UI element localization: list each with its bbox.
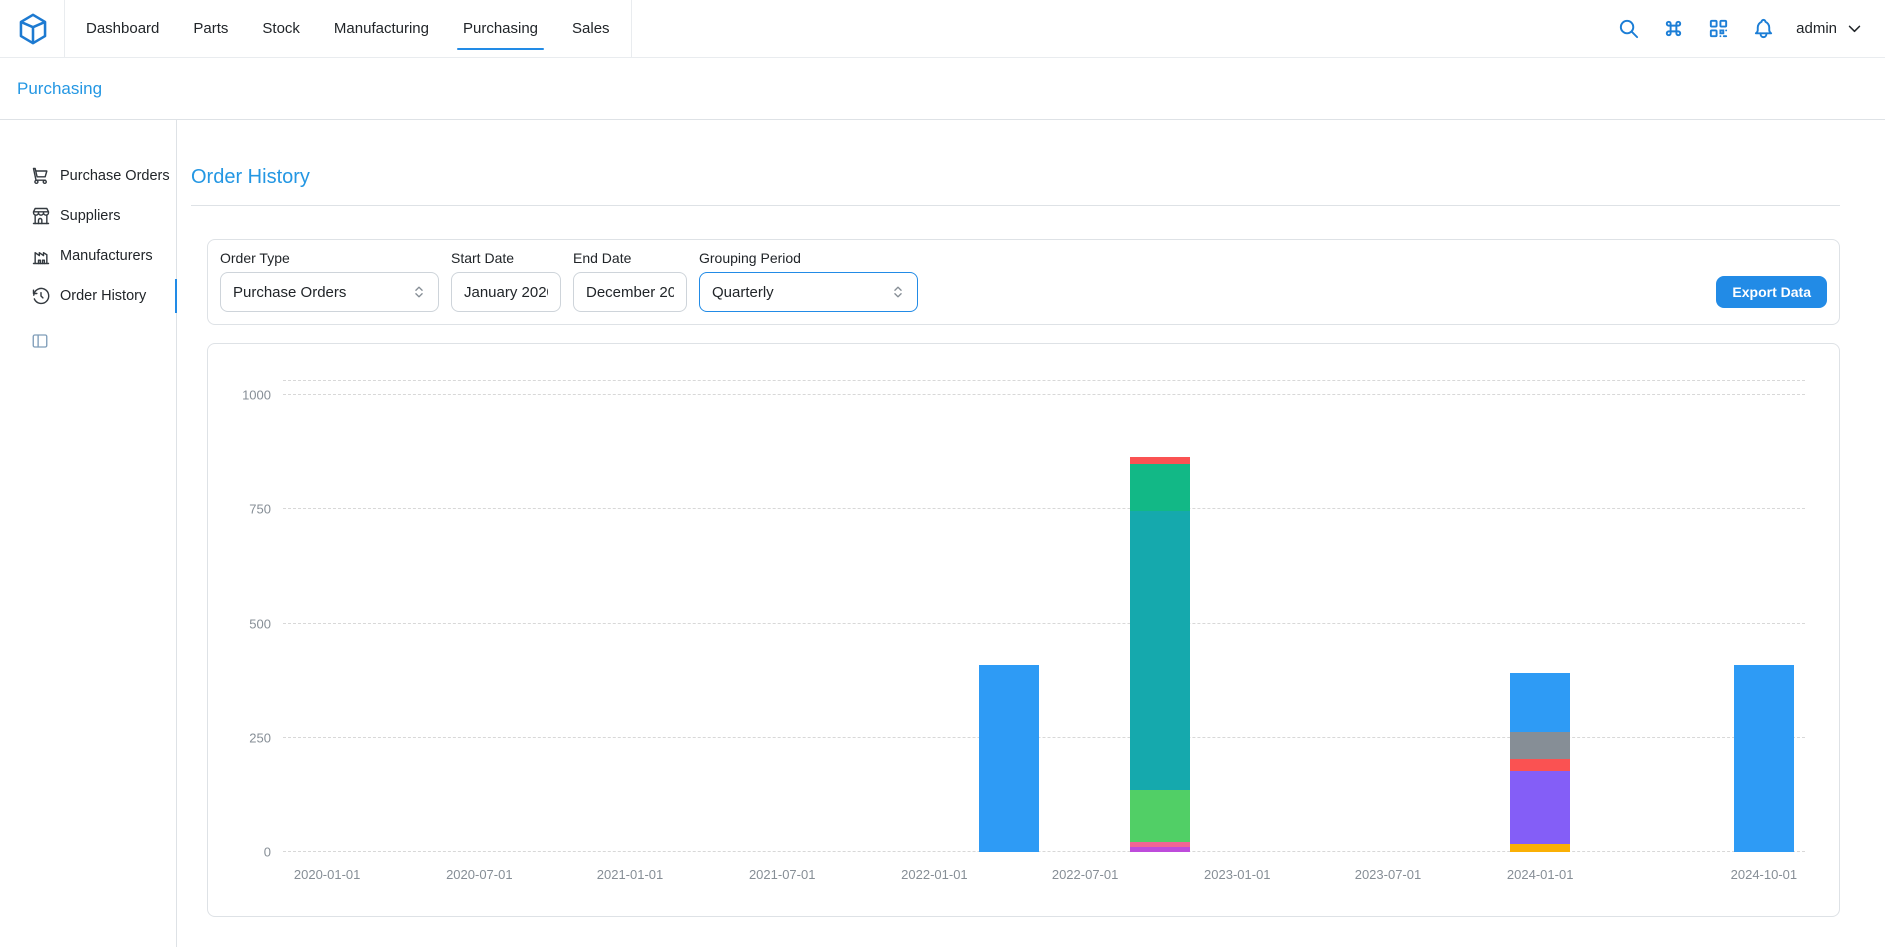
bar-segment [1130,790,1190,842]
sidebar-item-order-history[interactable]: Order History [0,276,176,316]
x-tick-label: 2022-07-01 [1052,867,1119,882]
shopping-cart-icon [31,166,51,186]
tab-sales[interactable]: Sales [555,0,627,57]
tab-stock[interactable]: Stock [245,0,317,57]
bar-segment [1510,759,1570,770]
x-tick-label: 2021-07-01 [749,867,816,882]
bar-segment [979,665,1039,852]
gridline [283,394,1805,395]
y-tick-label: 250 [249,730,271,745]
chart-bar-2024-01-01[interactable] [1510,673,1570,852]
y-tick-label: 1000 [242,388,271,403]
gridline [283,508,1805,509]
search-icon[interactable] [1616,17,1640,41]
factory-icon [31,246,51,266]
sidebar-item-label: Manufacturers [60,248,153,264]
x-tick-label: 2023-01-01 [1204,867,1271,882]
sidebar-item-suppliers[interactable]: Suppliers [0,196,176,236]
filter-panel: Order Type Purchase Orders Start Date En… [207,239,1840,325]
grouping-period-label: Grouping Period [699,250,918,266]
chart-bar-2022-10-01[interactable] [1130,457,1190,852]
sidebar-item-label: Order History [60,288,146,304]
end-date-field: End Date [573,250,687,312]
page-title: Order History [191,166,1840,189]
gridline [283,380,1805,381]
x-tick-label: 2024-01-01 [1507,867,1574,882]
bar-segment [1510,673,1570,731]
end-date-label: End Date [573,250,687,266]
grouping-period-select[interactable]: Quarterly [699,272,918,312]
bar-segment [1734,665,1794,852]
bar-segment [1130,847,1190,852]
end-date-input[interactable] [573,272,687,312]
main-content: Order History Order Type Purchase Orders… [177,120,1885,947]
x-tick-label: 2020-07-01 [446,867,513,882]
navbar-actions: admin [1616,0,1863,57]
start-date-input[interactable] [451,272,561,312]
chart-bar-2022-04-01[interactable] [979,665,1039,852]
start-date-field: Start Date [451,250,561,312]
chevron-down-icon [1846,20,1863,37]
bell-icon[interactable] [1751,17,1775,41]
order-type-label: Order Type [220,250,439,266]
select-chevrons-icon [891,285,905,299]
chart-plot: 025050075010002020-01-012020-07-012021-0… [283,380,1805,852]
title-divider [191,205,1840,206]
sidebar-item-label: Suppliers [60,208,120,224]
gridline [283,737,1805,738]
building-store-icon [31,206,51,226]
sidebar-item-purchase-orders[interactable]: Purchase Orders [0,156,176,196]
username: admin [1796,20,1837,37]
start-date-label: Start Date [451,250,561,266]
x-tick-label: 2020-01-01 [294,867,361,882]
bar-segment [1130,511,1190,791]
gridline [283,623,1805,624]
x-tick-label: 2023-07-01 [1355,867,1422,882]
x-tick-label: 2021-01-01 [597,867,664,882]
x-tick-label: 2022-01-01 [901,867,968,882]
top-navbar: Dashboard Parts Stock Manufacturing Purc… [0,0,1885,58]
sidebar-item-manufacturers[interactable]: Manufacturers [0,236,176,276]
y-tick-label: 750 [249,502,271,517]
gridline [283,851,1805,852]
tab-purchasing[interactable]: Purchasing [446,0,555,57]
qr-scan-icon[interactable] [1706,17,1730,41]
chart-bar-2024-10-01[interactable] [1734,665,1794,852]
export-data-button[interactable]: Export Data [1716,276,1827,308]
order-history-chart-card: 0 250 500 750 1000 2020-01-01 2020-07-01 2021-0… [207,343,1840,917]
x-tick-label: 2024-10-01 [1731,867,1798,882]
app-logo[interactable] [16,0,50,57]
bar-segment [1130,457,1190,464]
sidebar-item-label: Purchase Orders [60,168,170,184]
purchasing-sidebar: Purchase Orders Suppliers Manufacturers [0,120,177,947]
grouping-period-field: Grouping Period Quarterly [699,250,918,312]
main-nav-tabs: Dashboard Parts Stock Manufacturing Purc… [64,0,632,57]
tab-dashboard[interactable]: Dashboard [69,0,176,57]
breadcrumb: Purchasing [0,58,1885,120]
order-type-field: Order Type Purchase Orders [220,250,439,312]
select-chevrons-icon [412,285,426,299]
tab-parts[interactable]: Parts [176,0,245,57]
tab-manufacturing[interactable]: Manufacturing [317,0,446,57]
logo-cube-icon [16,12,50,46]
user-menu[interactable]: admin [1796,20,1863,37]
command-icon[interactable] [1661,17,1685,41]
panel-collapse-icon[interactable] [31,332,49,350]
bar-segment [1510,771,1570,844]
breadcrumb-purchasing[interactable]: Purchasing [17,79,102,99]
bar-segment [1510,732,1570,759]
history-icon [31,286,51,306]
y-tick-label: 0 [264,845,271,860]
order-type-select[interactable]: Purchase Orders [220,272,439,312]
y-tick-label: 500 [249,616,271,631]
bar-segment [1510,844,1570,852]
bar-segment [1130,464,1190,511]
